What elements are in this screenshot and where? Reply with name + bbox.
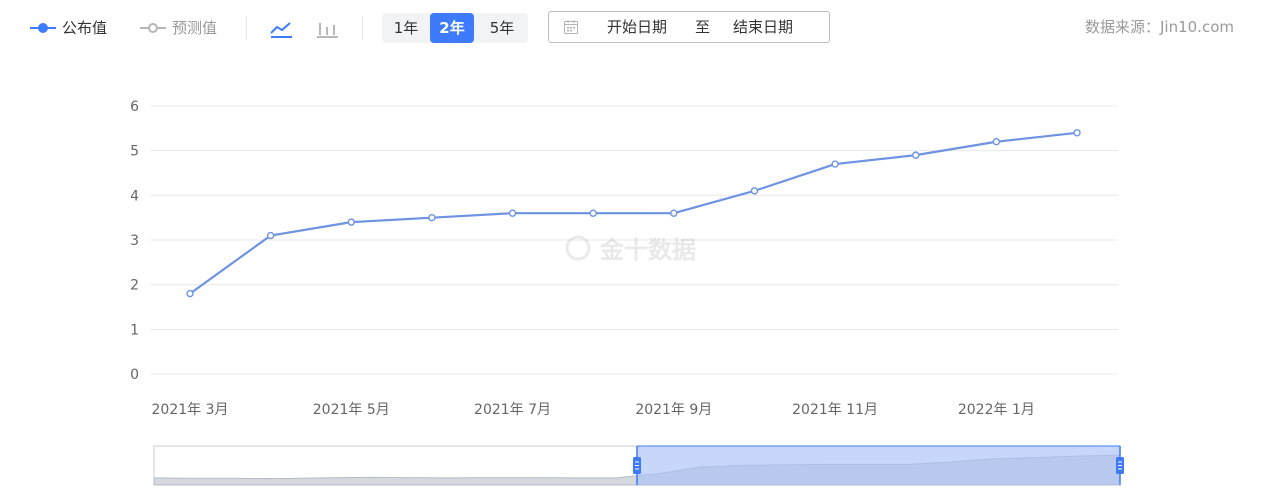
y-tick-label: 0	[130, 367, 139, 383]
data-point[interactable]	[831, 160, 839, 168]
data-point[interactable]	[750, 187, 759, 195]
y-tick-label: 1	[130, 322, 139, 338]
series-line	[189, 131, 1078, 295]
data-point[interactable]	[266, 231, 275, 240]
data-point[interactable]	[347, 218, 355, 226]
line-chart: 0 1 2 3 4 5 6 2021年 3月 2021年 5月 2021年 7月 2021年 9月 2…	[130, 99, 1124, 486]
data-point[interactable]	[912, 151, 920, 159]
data-point[interactable]	[508, 209, 517, 217]
data-point[interactable]	[670, 209, 678, 217]
data-point[interactable]	[428, 213, 436, 222]
x-tick-label: 2021年 7月	[474, 402, 551, 418]
watermark-text: 金十数据	[599, 236, 696, 264]
x-tick-label: 2022年 1月	[958, 402, 1035, 418]
zoom-selected-window[interactable]	[637, 446, 1120, 485]
y-tick-label: 4	[130, 188, 139, 204]
y-tick-label: 5	[130, 144, 139, 160]
y-tick-label: 6	[130, 99, 139, 115]
x-tick-label: 2021年 5月	[313, 402, 390, 418]
x-tick-label: 2021年 11月	[792, 402, 878, 418]
data-point[interactable]	[186, 289, 194, 298]
x-tick-label: 2021年 9月	[635, 402, 712, 418]
data-point[interactable]	[992, 138, 1001, 146]
data-point[interactable]	[589, 209, 597, 217]
y-tick-label: 2	[130, 278, 139, 294]
x-tick-label: 2021年 3月	[152, 402, 229, 418]
data-point[interactable]	[1073, 129, 1081, 137]
y-tick-label: 3	[130, 233, 139, 249]
